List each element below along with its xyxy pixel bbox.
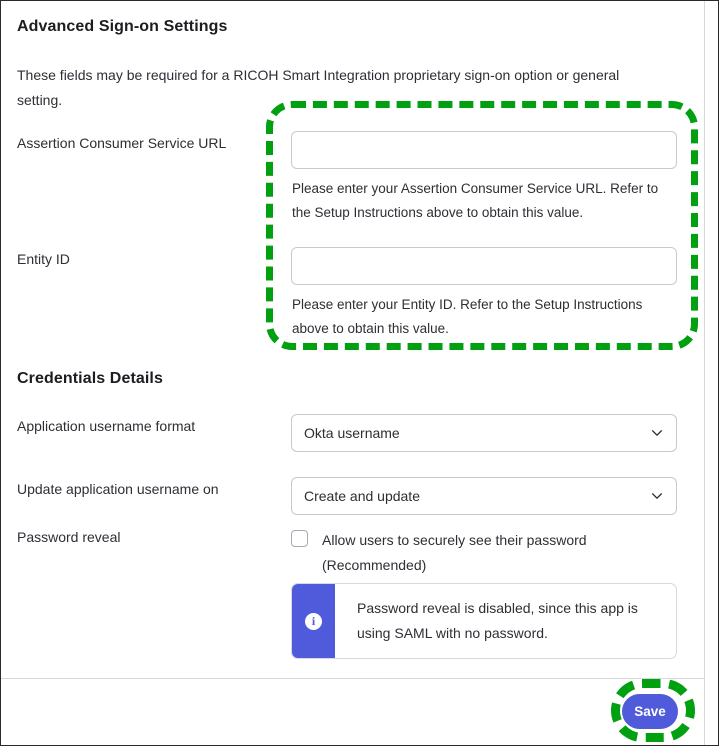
application-username-format-select[interactable]: Okta username (291, 414, 677, 452)
update-application-username-on-select-box[interactable]: Create and update (291, 477, 677, 515)
save-button[interactable]: Save (622, 694, 678, 729)
settings-content: Advanced Sign-on Settings These fields m… (1, 1, 704, 678)
password-reveal-checkbox[interactable] (291, 530, 308, 547)
password-reveal-checkbox-label: Allow users to securely see their passwo… (322, 532, 587, 573)
application-username-format-label: Application username format (17, 418, 196, 434)
password-reveal-info-text: Password reveal is disabled, since this … (357, 600, 638, 641)
chevron-down-icon (650, 489, 664, 503)
callout-accent-bar: i (292, 584, 335, 658)
advanced-sign-on-settings-panel: Advanced Sign-on Settings These fields m… (0, 0, 719, 746)
update-application-username-on-label: Update application username on (17, 481, 219, 497)
advanced-sign-on-intro-text: These fields may be required for a RICOH… (17, 67, 620, 108)
update-application-username-on-selected-value: Create and update (304, 488, 420, 504)
panel-footer: Save (1, 678, 704, 745)
assertion-consumer-service-url-hint: Please enter your Assertion Consumer Ser… (292, 181, 659, 220)
credentials-details-heading: Credentials Details (17, 370, 163, 387)
entity-id-label: Entity ID (17, 251, 70, 267)
chevron-down-icon (650, 426, 664, 440)
assertion-consumer-service-url-label: Assertion Consumer Service URL (17, 135, 227, 151)
panel-right-gutter (704, 1, 705, 745)
password-reveal-label: Password reveal (17, 529, 121, 545)
password-reveal-info-callout: i Password reveal is disabled, since thi… (291, 583, 677, 659)
password-reveal-checkbox-row[interactable]: Allow users to securely see their passwo… (291, 528, 681, 578)
application-username-format-selected-value: Okta username (304, 425, 400, 441)
entity-id-input[interactable] (291, 247, 677, 285)
assertion-consumer-service-url-input[interactable] (291, 131, 677, 169)
entity-id-hint: Please enter your Entity ID. Refer to th… (292, 297, 643, 336)
advanced-sign-on-settings-heading: Advanced Sign-on Settings (17, 18, 228, 35)
application-username-format-select-box[interactable]: Okta username (291, 414, 677, 452)
update-application-username-on-select[interactable]: Create and update (291, 477, 677, 515)
info-icon: i (305, 612, 322, 630)
